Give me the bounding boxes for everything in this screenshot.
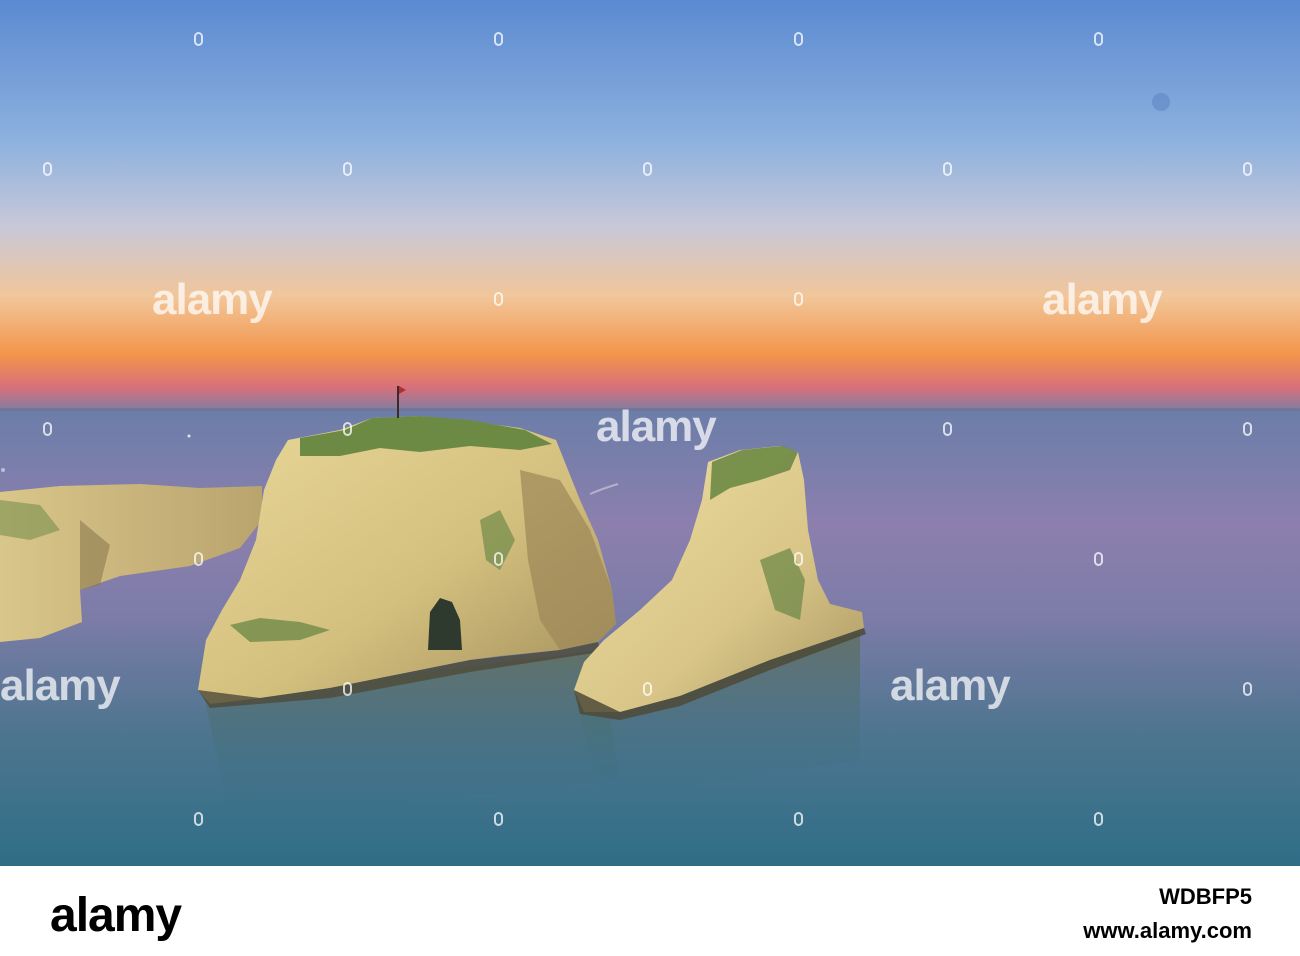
watermark-mark-icon	[342, 418, 353, 440]
watermark-mark-icon	[193, 28, 204, 50]
footer-bar: alamy WDBFP5 www.alamy.com	[0, 866, 1300, 956]
photo-pigeon-rocks-sunset: alamy alamy alamy alamy alamy	[0, 0, 1300, 866]
watermark-mark-icon	[642, 678, 653, 700]
footer-meta: WDBFP5 www.alamy.com	[1083, 884, 1252, 944]
watermark-mark-icon	[193, 548, 204, 570]
watermark-mark-icon	[793, 28, 804, 50]
watermark-text: alamy	[152, 275, 273, 324]
watermark-mark-icon	[793, 808, 804, 830]
watermark-mark-icon	[793, 548, 804, 570]
watermark-mark-icon	[342, 158, 353, 180]
watermark-mark-icon	[942, 158, 953, 180]
watermark-mark-icon	[193, 808, 204, 830]
image-id: WDBFP5	[1159, 884, 1252, 909]
site-url: www.alamy.com	[1083, 918, 1252, 943]
watermark-mark-icon	[493, 808, 504, 830]
watermark-mark-icon	[1093, 808, 1104, 830]
watermark-mark-icon	[493, 548, 504, 570]
sky	[0, 0, 1300, 412]
watermark-mark-icon	[493, 28, 504, 50]
watermark-mark-icon	[1093, 548, 1104, 570]
footer-logo: alamy	[50, 889, 182, 942]
watermark-mark-icon	[793, 288, 804, 310]
watermark-mark-icon	[1242, 418, 1253, 440]
watermark-mark-icon	[642, 158, 653, 180]
watermark-text: alamy	[596, 402, 717, 451]
watermark-text: alamy	[0, 661, 121, 710]
watermark-mark-icon	[42, 418, 53, 440]
watermark-mark-icon	[42, 158, 53, 180]
watermark-text: alamy	[1042, 275, 1163, 324]
watermark-mark-icon	[942, 418, 953, 440]
watermark-mark-icon	[1242, 678, 1253, 700]
watermark-mark-icon	[493, 288, 504, 310]
watermark-text: alamy	[890, 661, 1011, 710]
watermark-mark-icon	[1093, 28, 1104, 50]
watermark-mark-icon	[342, 678, 353, 700]
watermark-mark-icon	[1242, 158, 1253, 180]
